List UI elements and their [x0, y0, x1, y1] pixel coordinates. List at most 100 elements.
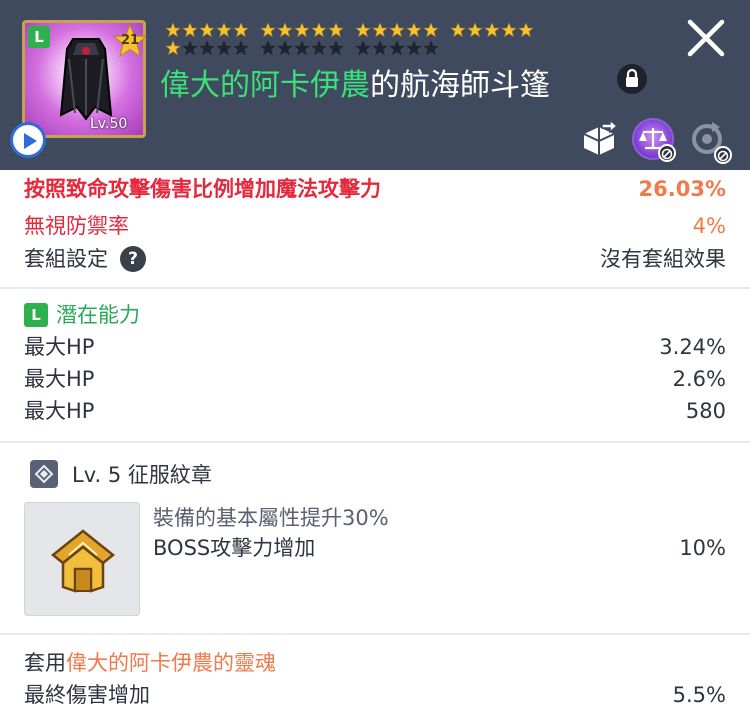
star-filled-icon: [501, 22, 517, 38]
star-group: [260, 40, 345, 56]
stat-row-ignore-def: 無視防禦率 4%: [24, 211, 726, 241]
star-filled-icon: [233, 22, 249, 38]
star-group: [355, 40, 440, 56]
star-filled-icon: [355, 22, 371, 38]
star-group: [450, 22, 535, 38]
star-filled-icon: [216, 22, 232, 38]
star-filled-icon: [260, 22, 276, 38]
star-filled-icon: [165, 22, 181, 38]
divider: [0, 441, 750, 443]
stat-value: 26.03%: [638, 177, 726, 200]
conquest-emblem-icon: [50, 529, 116, 593]
potential-line: 最大HP 2.6%: [24, 364, 726, 394]
stat-label: BOSS攻擊力增加: [153, 536, 316, 560]
transfer-button[interactable]: [578, 118, 620, 160]
stat-label: 最終傷害增加: [24, 683, 150, 707]
potential-title: 潛在能力: [56, 303, 140, 327]
star-filled-icon: [199, 22, 215, 38]
stat-value: 2.6%: [672, 367, 726, 391]
stat-row-set: 套組設定? 沒有套組效果: [24, 244, 726, 274]
star-empty-icon: [182, 40, 198, 56]
star-empty-icon: [406, 40, 422, 56]
emblem-effect: BOSS攻擊力增加 10%: [153, 533, 726, 563]
lock-icon[interactable]: [617, 64, 647, 94]
star-group: [165, 40, 250, 56]
stat-label: 套組設定: [24, 247, 108, 271]
soul-name: 偉大的阿卡伊農的靈魂: [66, 651, 276, 675]
stat-value: 4%: [692, 214, 726, 238]
star-group: [165, 22, 250, 38]
soul-prefix: 套用: [24, 651, 66, 675]
item-title-item-name: 的航海師斗篷: [370, 68, 550, 103]
star-filled-icon: [165, 40, 181, 56]
star-empty-icon: [260, 40, 276, 56]
item-header: L 21 Lv.50 偉大的阿卡伊農的航海師斗篷: [0, 0, 750, 170]
divider: [0, 633, 750, 635]
stat-label: 按照致命攻擊傷害比例增加魔法攻擊力: [24, 177, 381, 200]
legendary-grade-badge: L: [28, 26, 50, 48]
star-filled-icon: [328, 22, 344, 38]
star-group: [260, 22, 345, 38]
potential-line: 最大HP 580: [24, 396, 726, 426]
emblem-image: [24, 502, 140, 616]
star-empty-icon: [233, 40, 249, 56]
transfer-icon: [583, 118, 619, 155]
star-count-badge: 21: [112, 24, 148, 58]
stat-label: 最大HP: [24, 399, 95, 423]
star-filled-icon: [423, 22, 439, 38]
stat-value: 5.5%: [672, 683, 726, 707]
star-filled-icon: [450, 22, 466, 38]
cape-icon: [59, 38, 113, 121]
play-button[interactable]: [10, 122, 46, 158]
stat-value: 580: [685, 399, 726, 423]
divider: [0, 287, 750, 289]
play-icon: [24, 133, 37, 149]
close-button[interactable]: [684, 16, 728, 60]
star-empty-icon: [294, 40, 310, 56]
stat-label: 無視防禦率: [24, 214, 129, 238]
star-filled-icon: [518, 22, 534, 38]
potential-header: L 潛在能力: [24, 300, 726, 330]
star-empty-icon: [216, 40, 232, 56]
star-empty-icon: [372, 40, 388, 56]
star-filled-icon: [372, 22, 388, 38]
star-filled-icon: [389, 22, 405, 38]
disabled-icon: [714, 146, 732, 164]
cycle-button[interactable]: [686, 118, 732, 164]
item-level: Lv.50: [90, 116, 128, 132]
star-empty-icon: [389, 40, 405, 56]
emblem-description: 裝備的基本屬性提升30%: [153, 506, 389, 530]
stat-label: 最大HP: [24, 367, 95, 391]
star-filled-icon: [277, 22, 293, 38]
star-group: [355, 22, 440, 38]
item-title-set-name: 偉大的阿卡伊農: [160, 68, 370, 103]
help-icon[interactable]: ?: [120, 246, 146, 272]
stat-label: 最大HP: [24, 335, 95, 359]
star-filled-icon: [406, 22, 422, 38]
star-empty-icon: [355, 40, 371, 56]
star-empty-icon: [199, 40, 215, 56]
star-filled-icon: [484, 22, 500, 38]
star-filled-icon: [182, 22, 198, 38]
star-filled-icon: [467, 22, 483, 38]
star-empty-icon: [311, 40, 327, 56]
disabled-icon: [658, 144, 676, 162]
legendary-grade-badge: L: [24, 303, 48, 327]
star-empty-icon: [328, 40, 344, 56]
stat-value: 10%: [679, 536, 726, 560]
stat-value: 沒有套組效果: [600, 247, 726, 271]
star-force-row-partial: [165, 40, 450, 56]
soul-header: 套用偉大的阿卡伊農的靈魂: [24, 648, 726, 678]
star-empty-icon: [423, 40, 439, 56]
soul-effect: 最終傷害增加 5.5%: [24, 680, 726, 710]
item-title: 偉大的阿卡伊農的航海師斗篷: [160, 60, 550, 104]
emblem-diamond-icon: [30, 460, 58, 488]
scale-button[interactable]: [632, 118, 676, 162]
close-icon: [687, 19, 725, 57]
star-filled-icon: [294, 22, 310, 38]
star-force-row-filled: [165, 22, 545, 38]
stat-row-crit-magic: 按照致命攻擊傷害比例增加魔法攻擊力 26.03%: [0, 170, 750, 200]
potential-line: 最大HP 3.24%: [24, 332, 726, 362]
emblem-title: Lv. 5 征服紋章: [72, 463, 212, 487]
star-empty-icon: [277, 40, 293, 56]
